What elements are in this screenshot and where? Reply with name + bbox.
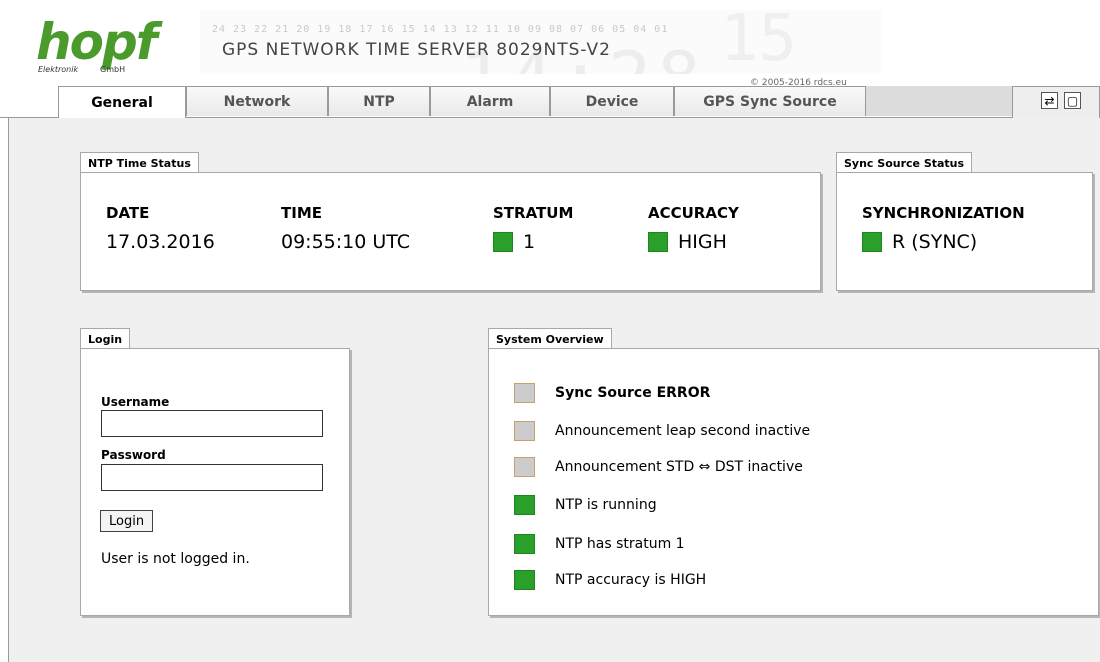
- time-value-text: 09:55:10 UTC: [281, 231, 411, 253]
- status-indicator: [514, 534, 535, 554]
- date-value: 17.03.2016: [106, 231, 215, 253]
- tab-bar-filler: [866, 86, 1014, 116]
- username-label: Username: [101, 395, 170, 409]
- tab-alarm[interactable]: Alarm: [430, 86, 550, 116]
- tab-label: Network: [223, 93, 291, 110]
- synchronization-value: R (SYNC): [862, 231, 977, 253]
- time-value: 09:55:10 UTC: [281, 231, 410, 253]
- banner-number-strip: 24 23 22 21 20 19 18 17 16 15 14 13 12 1…: [212, 24, 669, 35]
- username-field[interactable]: [101, 410, 323, 437]
- tab-label: Alarm: [466, 93, 514, 110]
- logo-subtitle-left: Elektronik: [38, 65, 79, 74]
- status-indicator: [514, 383, 535, 403]
- overview-item-label: NTP has stratum 1: [555, 536, 685, 552]
- stratum-label: STRATUM: [493, 204, 574, 222]
- date-label: DATE: [106, 204, 150, 222]
- tab-device[interactable]: Device: [550, 86, 674, 116]
- accuracy-value: HIGH: [648, 231, 727, 253]
- status-indicator: [514, 421, 535, 441]
- overview-row-ntp-running: NTP is running: [514, 495, 657, 515]
- status-indicator: [514, 495, 535, 515]
- stratum-value-text: 1: [523, 231, 536, 253]
- overview-item-label: NTP is running: [555, 497, 657, 513]
- time-label: TIME: [281, 204, 322, 222]
- date-value-text: 17.03.2016: [106, 231, 215, 253]
- tab-label: Device: [585, 93, 639, 110]
- stratum-value: 1: [493, 231, 535, 253]
- ntp-status-title: NTP Time Status: [80, 152, 199, 173]
- login-button[interactable]: Login: [100, 510, 154, 532]
- banner-digit-watermark: 15: [720, 10, 798, 74]
- window-icon[interactable]: ▢: [1064, 92, 1081, 109]
- status-indicator: [514, 570, 535, 590]
- hopf-logo: hopf Elektronik GmbH: [36, 14, 186, 80]
- stratum-status-indicator: [493, 232, 513, 252]
- password-label: Password: [101, 448, 166, 462]
- overview-item-label: Announcement leap second inactive: [555, 423, 811, 439]
- refresh-icon[interactable]: ⇄: [1041, 92, 1058, 109]
- tab-network[interactable]: Network: [186, 86, 328, 116]
- login-title: Login: [80, 328, 131, 349]
- tab-ntp[interactable]: NTP: [328, 86, 430, 116]
- overview-row-std-dst: Announcement STD ⇔ DST inactive: [514, 457, 803, 477]
- password-field[interactable]: [101, 464, 323, 491]
- sync-status-indicator: [862, 232, 882, 252]
- product-title: GPS NETWORK TIME SERVER 8029NTS-V2: [222, 40, 611, 60]
- logo-wordmark: hopf: [36, 13, 157, 71]
- accuracy-value-text: HIGH: [678, 231, 727, 253]
- tab-label: General: [91, 94, 153, 111]
- overview-row-sync-source-error: Sync Source ERROR: [514, 383, 710, 403]
- overview-item-label: Sync Source ERROR: [555, 385, 711, 401]
- status-indicator: [514, 457, 535, 477]
- tab-label: NTP: [363, 93, 395, 110]
- overview-row-ntp-stratum: NTP has stratum 1: [514, 534, 685, 554]
- system-overview-title: System Overview: [488, 328, 612, 349]
- overview-item-label: Announcement STD ⇔ DST inactive: [555, 459, 803, 475]
- overview-row-ntp-accuracy: NTP accuracy is HIGH: [514, 570, 706, 590]
- login-status-text: User is not logged in.: [101, 551, 250, 567]
- accuracy-label: ACCURACY: [648, 204, 739, 222]
- overview-row-leap-second: Announcement leap second inactive: [514, 421, 810, 441]
- tab-label: GPS Sync Source: [703, 93, 837, 110]
- tab-gps-sync-source[interactable]: GPS Sync Source: [674, 86, 866, 116]
- tab-general[interactable]: General: [58, 86, 186, 118]
- logo-subtitle-right: GmbH: [100, 65, 126, 74]
- accuracy-status-indicator: [648, 232, 668, 252]
- overview-item-label: NTP accuracy is HIGH: [555, 572, 707, 588]
- synchronization-value-text: R (SYNC): [892, 231, 978, 253]
- sync-status-title: Sync Source Status: [836, 152, 973, 173]
- synchronization-label: SYNCHRONIZATION: [862, 204, 1025, 222]
